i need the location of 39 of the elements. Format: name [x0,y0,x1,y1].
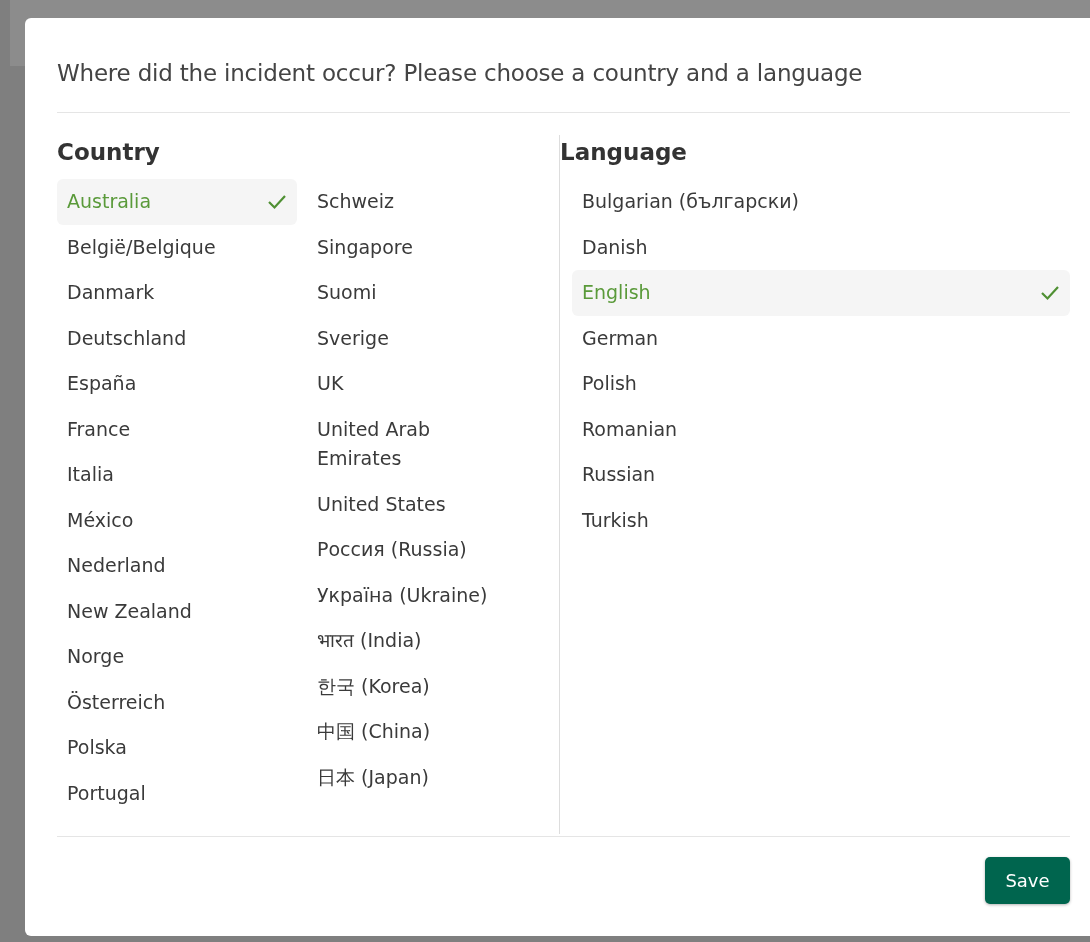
country-option[interactable]: UK [307,361,547,407]
country-option[interactable]: Singapore [307,224,547,270]
country-option[interactable]: United States [307,481,547,527]
language-option[interactable]: Romanian [572,406,1070,452]
country-option[interactable]: United Arab Emirates [307,406,547,482]
country-option[interactable]: Nederland [57,543,297,589]
country-option[interactable]: Україна (Ukraine) [307,572,547,618]
country-option[interactable]: 中国 (China) [307,709,547,755]
country-option[interactable]: 한국 (Korea) [307,663,547,709]
checkmark-icon [267,193,287,210]
checkmark-icon [1040,284,1060,301]
country-option[interactable]: España [57,361,297,407]
country-option[interactable]: Suomi [307,270,547,316]
language-option[interactable]: German [572,315,1070,361]
language-option[interactable]: Turkish [572,497,1070,543]
language-option[interactable]: Russian [572,452,1070,498]
column-heading: Country [57,138,161,167]
country-option[interactable]: Portugal [57,770,297,816]
save-button[interactable]: Save [985,857,1070,904]
country-option[interactable]: Sverige [307,315,547,361]
country-option[interactable]: France [57,406,297,452]
country-option[interactable]: México [57,497,297,543]
country-option[interactable]: 日本 (Japan) [307,754,547,800]
country-option[interactable]: Schweiz [307,179,547,225]
country-option[interactable]: Danmark [57,270,297,316]
country-option[interactable]: Italia [57,452,297,498]
column-heading: Language [560,138,688,167]
country-option[interactable]: Österreich [57,679,297,725]
language-option[interactable]: Polish [572,361,1070,407]
language-option[interactable]: Bulgarian (български) [572,179,1070,225]
country-option[interactable]: Polska [57,725,297,771]
country-option[interactable]: België/Belgique [57,224,297,270]
country-option[interactable]: भारत (India) [307,618,547,664]
country-option[interactable]: Россия (Russia) [307,527,547,573]
language-option[interactable]: Danish [572,224,1070,270]
country-option[interactable]: Deutschland [57,315,297,361]
country-option[interactable]: New Zealand [57,588,297,634]
dialog-title: Where did the incident occur? Please choose a country and a language [57,59,864,88]
country-option[interactable]: Norge [57,634,297,680]
